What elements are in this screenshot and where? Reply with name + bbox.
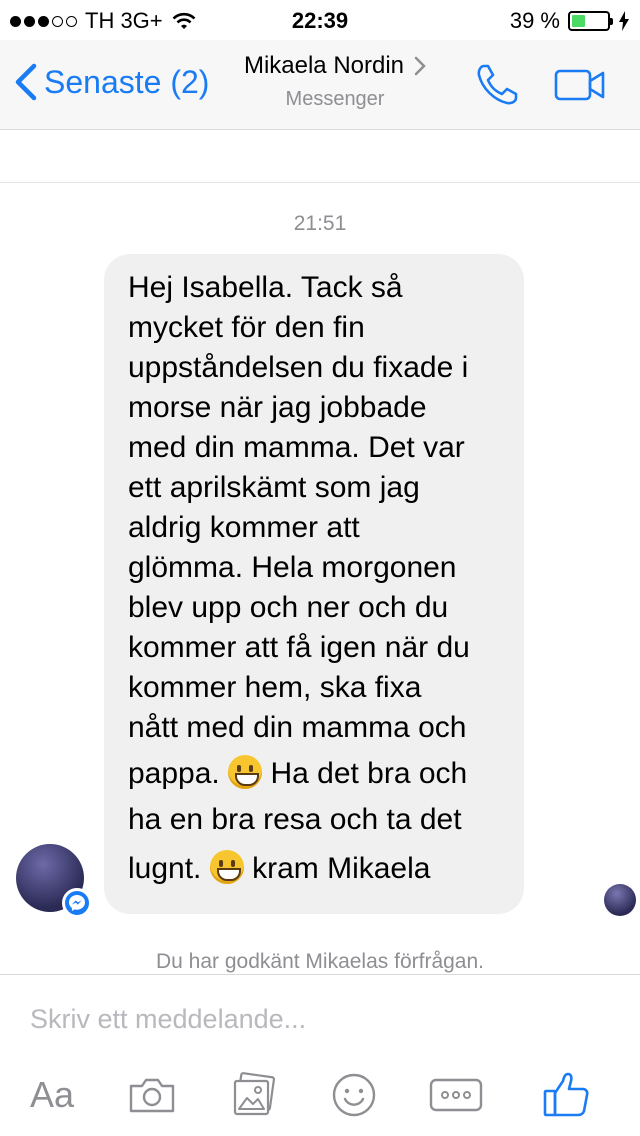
messenger-badge-icon [62, 888, 92, 918]
battery-level [572, 15, 585, 27]
message-line: glömma. Hela morgonen [128, 551, 457, 584]
chevron-left-icon [15, 63, 37, 101]
video-call-button[interactable] [554, 68, 606, 107]
message-timestamp: 21:51 [293, 212, 347, 235]
chevron-right-icon [414, 56, 426, 76]
more-options-button[interactable] [428, 1067, 484, 1123]
message-line: aldrig kommer att [128, 511, 360, 544]
like-button[interactable] [538, 1067, 594, 1123]
voice-call-button[interactable] [474, 62, 520, 113]
back-button[interactable]: Senaste (2) [14, 62, 209, 102]
thumbs-up-icon [543, 1072, 589, 1117]
battery-icon [568, 11, 613, 31]
photo-gallery-button[interactable] [228, 1067, 280, 1123]
incoming-message-bubble[interactable]: Hej Isabella. Tack så mycket för den fin… [104, 254, 524, 914]
message-line: Hej Isabella. Tack så [128, 271, 403, 304]
battery-percent: 39 % [509, 8, 560, 33]
message-line-with-emoji: pappa. Ha det bra och [128, 750, 506, 798]
grinning-face-emoji-icon [209, 850, 244, 884]
text-format-button[interactable]: Aa [24, 1067, 80, 1123]
message-line: kommer att få igen när du [128, 631, 470, 664]
message-line: kommer hem, ska fixa [128, 671, 422, 704]
request-accepted-notice: Du har godkänt Mikaelas förfrågan. [155, 950, 484, 973]
navigation-bar: Senaste (2) Mikaela Nordin Messenger [0, 40, 640, 130]
message-line: mycket för den fin [128, 311, 365, 344]
composer-toolbar: Aa [0, 1067, 640, 1127]
charging-bolt-icon [619, 11, 629, 31]
conversation-divider [0, 182, 640, 183]
seen-indicator-avatar [604, 884, 636, 916]
video-camera-icon [554, 69, 605, 101]
camera-button[interactable] [126, 1067, 178, 1123]
message-line: med din mamma. Det var [128, 431, 465, 464]
message-input[interactable] [30, 999, 610, 1039]
camera-icon [129, 1078, 175, 1113]
message-line: morse när jag jobbade [128, 391, 427, 424]
messenger-bolt-icon [69, 895, 85, 911]
emoji-button[interactable] [328, 1067, 380, 1123]
message-line: blev upp och ner och du [128, 591, 449, 624]
more-dots-icon [429, 1078, 483, 1112]
contact-name-row: Mikaela Nordin [228, 52, 442, 80]
messenger-screen: TH 3G+ 22:39 39 % Senaste (2) Mikaela No… [0, 0, 640, 1136]
message-line: ett aprilskämt som jag [128, 471, 420, 504]
grinning-face-emoji-icon [228, 755, 263, 789]
message-text: kram Mikaela [252, 852, 431, 885]
message-line: uppståndelsen du fixade i [128, 351, 469, 384]
contact-name: Mikaela Nordin [243, 52, 405, 79]
message-line: ha en bra resa och ta det [128, 803, 462, 836]
back-button-label: Senaste (2) [44, 63, 210, 100]
photo-gallery-icon [233, 1072, 276, 1116]
message-text: Ha det bra och [270, 757, 468, 790]
smiley-icon [332, 1073, 376, 1117]
message-text: lugnt. [128, 852, 202, 885]
text-format-label: Aa [29, 1074, 75, 1115]
message-composer: Aa [0, 974, 640, 1136]
message-line: nått med din mamma och [128, 711, 467, 744]
status-right: 39 % [510, 8, 630, 34]
message-text: pappa. [128, 757, 220, 790]
conversation-title[interactable]: Mikaela Nordin Messenger [228, 52, 442, 111]
message-line-with-emoji: lugnt. kram Mikaela [128, 842, 506, 896]
status-bar: TH 3G+ 22:39 39 % [0, 0, 640, 40]
conversation-subtitle: Messenger [285, 88, 385, 110]
phone-icon [477, 64, 518, 105]
